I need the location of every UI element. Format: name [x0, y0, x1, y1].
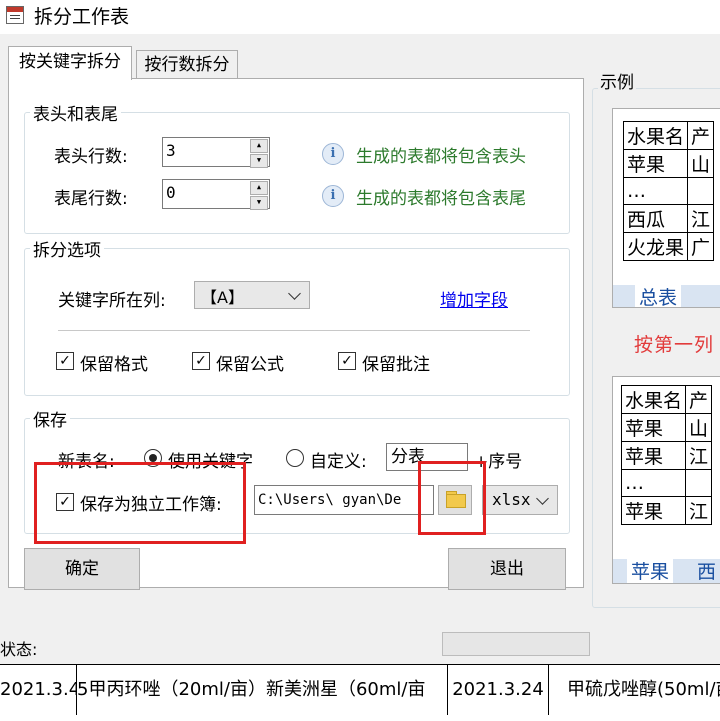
app-icon: [6, 6, 24, 24]
keep-formula-checkbox[interactable]: ✓: [192, 352, 210, 370]
keep-comment-checkbox[interactable]: ✓: [338, 352, 356, 370]
info-icon: i: [322, 143, 344, 165]
header-rows-label: 表头行数:: [54, 147, 128, 167]
keep-format-checkbox[interactable]: ✓: [56, 352, 74, 370]
cell: 产: [687, 121, 715, 150]
header-rows-value: 3: [166, 141, 176, 160]
ok-button[interactable]: 确定: [24, 548, 140, 590]
sheet-tab-total: 总表: [635, 283, 682, 307]
highlight-box-checkbox: [34, 462, 246, 544]
keep-comment-label: 保留批注: [362, 355, 430, 375]
cell: [685, 469, 713, 497]
custom-name-label: 自定义:: [310, 452, 367, 472]
cell: 水果名: [620, 385, 687, 414]
header-hint: 生成的表都将包含表头: [356, 147, 526, 167]
save-path-input[interactable]: C:\Users\ gyan\De: [254, 485, 434, 515]
cell: …: [622, 177, 689, 205]
title-bar: 拆分工作表: [0, 0, 720, 34]
cell: 苹果: [622, 149, 689, 178]
sheet-tab-watermelon: 西: [697, 561, 717, 583]
cell: 江: [685, 496, 713, 525]
example-group-label: 示例: [598, 68, 636, 93]
cell: 山: [685, 413, 713, 442]
keep-format-label: 保留格式: [80, 355, 148, 375]
cell: [687, 177, 715, 205]
cell: 苹果: [620, 413, 687, 442]
example-top-table: 水果名产 苹果山 … 西瓜江 火龙果广: [622, 121, 715, 261]
header-rows-stepper[interactable]: 3 ▲ ▼: [162, 137, 270, 168]
save-group-label: 保存: [30, 406, 70, 431]
cell: 西瓜: [622, 204, 689, 233]
cell: 苹果: [620, 441, 687, 470]
chevron-down-icon: [536, 492, 549, 505]
cell: 山: [687, 149, 715, 178]
add-field-link[interactable]: 增加字段: [440, 286, 508, 311]
chevron-down-icon: [288, 287, 301, 300]
header-footer-group-label: 表头和表尾: [30, 100, 121, 125]
status-label: 状态:: [0, 640, 38, 659]
header-footer-group: [24, 112, 570, 234]
example-top-preview: 水果名产 苹果山 … 西瓜江 火龙果广 总表: [612, 108, 720, 308]
spin-up-icon[interactable]: ▲: [250, 181, 268, 195]
highlight-box-folder: [418, 461, 486, 535]
example-bottom-preview: 水果名产 苹果山 苹果江 … 苹果江 苹果 西: [612, 376, 720, 584]
footer-rows-value: 0: [166, 183, 176, 202]
cell: 产: [685, 385, 713, 414]
cell: 苹果: [620, 496, 687, 525]
sheet-cell: 2021.3.4: [0, 665, 77, 715]
footer-rows-stepper[interactable]: 0 ▲ ▼: [162, 179, 270, 210]
exit-button[interactable]: 退出: [448, 548, 566, 590]
key-column-value: 【A】: [201, 288, 244, 307]
format-select[interactable]: xlsx: [482, 485, 558, 515]
footer-rows-label: 表尾行数:: [54, 189, 128, 209]
example-bottom-table: 水果名产 苹果山 苹果江 … 苹果江: [620, 385, 713, 525]
tab-keyword-split[interactable]: 按关键字拆分: [8, 46, 132, 80]
cell: 江: [685, 441, 713, 470]
spin-down-icon[interactable]: ▼: [250, 154, 268, 168]
background-sheet-row: 2021.3.4 5甲丙环唑（20ml/亩）新美洲星（60ml/亩 2021.3…: [0, 664, 720, 721]
split-options-group-label: 拆分选项: [30, 236, 104, 261]
key-column-select[interactable]: 【A】: [194, 281, 310, 309]
spin-up-icon[interactable]: ▲: [250, 139, 268, 153]
tab-row-split[interactable]: 按行数拆分: [136, 50, 238, 78]
info-icon: i: [322, 185, 344, 207]
spin-down-icon[interactable]: ▼: [250, 196, 268, 210]
cell: …: [620, 469, 687, 497]
custom-name-radio[interactable]: [286, 449, 304, 467]
footer-hint: 生成的表都将包含表尾: [356, 189, 526, 209]
cell: 江: [687, 204, 715, 233]
key-column-label: 关键字所在列:: [58, 291, 166, 311]
sheet-cell: 甲硫戊唑醇(50ml/亩: [567, 679, 720, 700]
sheet-tab-apple: 苹果: [627, 557, 674, 583]
cell: 广: [687, 232, 715, 261]
keep-formula-label: 保留公式: [216, 355, 284, 375]
example-caption: 按第一列: [634, 334, 715, 356]
divider: [58, 330, 530, 331]
progress-bar: [442, 632, 590, 656]
sheet-cell: 2021.3.24: [448, 665, 549, 715]
status-bar: 状态:: [0, 628, 720, 664]
format-value: xlsx: [492, 490, 531, 509]
sheet-cell: 5甲丙环唑（20ml/亩）新美洲星（60ml/亩: [77, 665, 448, 715]
cell: 火龙果: [622, 232, 689, 261]
window-title: 拆分工作表: [34, 6, 130, 28]
cell: 水果名: [622, 121, 689, 150]
